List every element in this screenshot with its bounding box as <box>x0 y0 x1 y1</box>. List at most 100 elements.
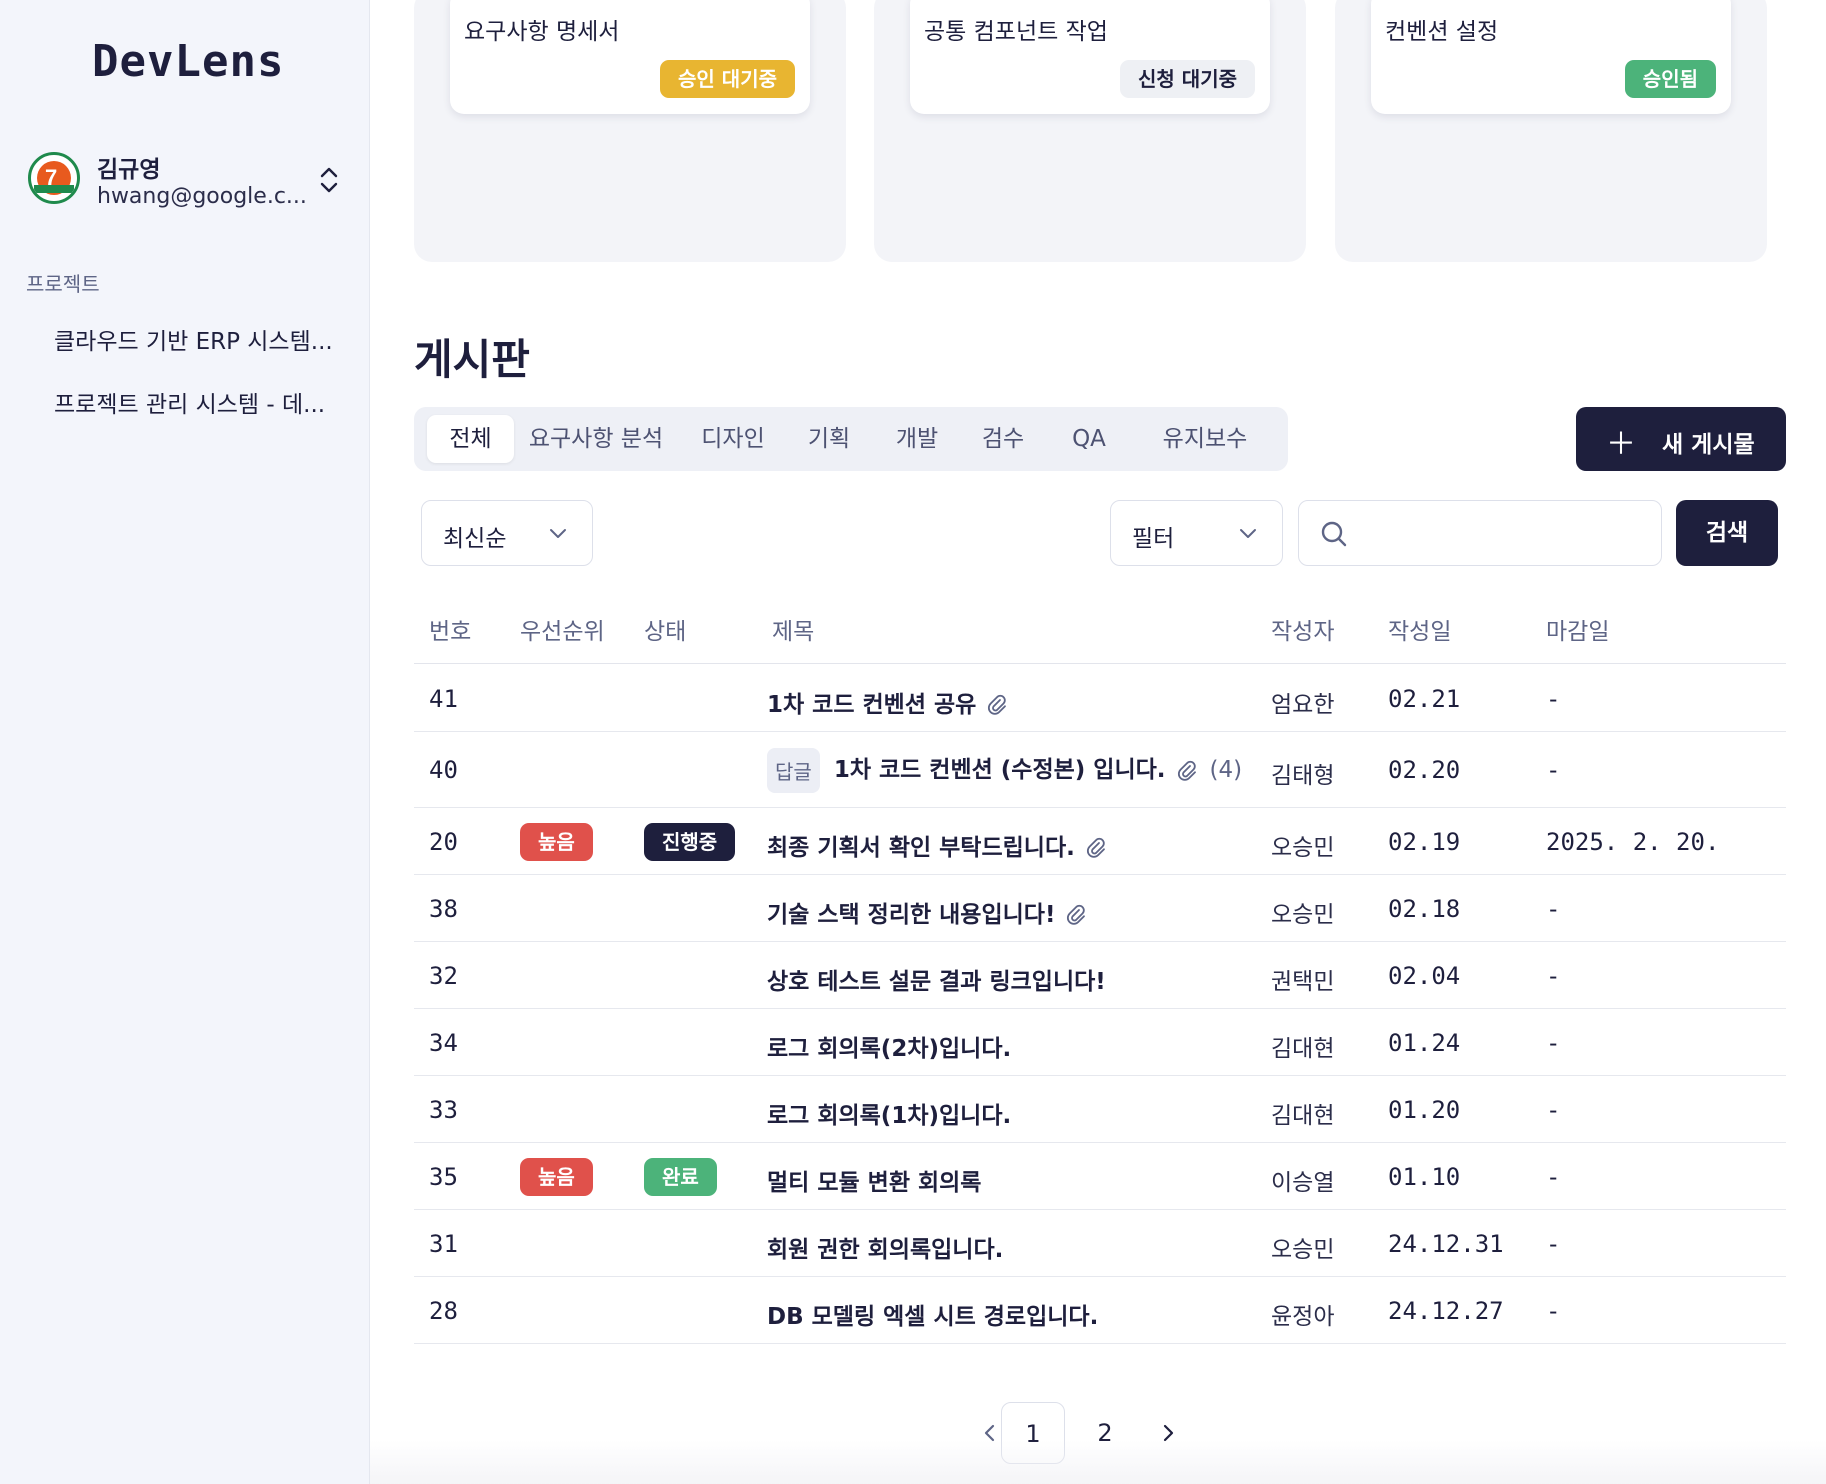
page-button[interactable]: 1 <box>1001 1402 1065 1464</box>
tab-planning[interactable]: 기획 <box>790 415 868 463</box>
post-number: 40 <box>429 756 458 784</box>
table-row[interactable]: 41 1차 코드 컨벤션 공유 엄요한 02.21 - <box>414 665 1786 732</box>
post-author: 김태형 <box>1271 763 1335 789</box>
sort-select[interactable]: 최신순 <box>421 500 593 566</box>
chevron-left-icon[interactable] <box>978 1421 1002 1445</box>
paperclip-icon <box>1085 837 1107 859</box>
table-header: 번호 우선순위 상태 제목 작성자 작성일 마감일 <box>414 600 1786 664</box>
avatar: 7 <box>28 152 80 204</box>
sidebar-item-project[interactable]: 프로젝트 관리 시스템 - 데... <box>54 385 354 419</box>
post-number: 31 <box>429 1229 458 1258</box>
table-row[interactable]: 33 로그 회의록(1차)입니다. 김대현 01.20 - <box>414 1076 1786 1143</box>
post-number: 28 <box>429 1296 458 1325</box>
post-title: 최종 기획서 확인 부탁드립니다. <box>767 834 1075 861</box>
page-title: 게시판 <box>414 335 530 384</box>
post-author: 윤정아 <box>1271 1303 1335 1330</box>
search-icon <box>1321 521 1347 547</box>
tab-requirements[interactable]: 요구사항 분석 <box>520 415 672 463</box>
table-row[interactable]: 35 높음 완료 멀티 모듈 변환 회의록 이승열 01.10 - <box>414 1143 1786 1210</box>
post-title-link[interactable]: DB 모델링 엑셀 시트 경로입니다. <box>767 1297 1098 1331</box>
table-row[interactable]: 34 로그 회의록(2차)입니다. 김대현 01.24 - <box>414 1009 1786 1076</box>
tab-development[interactable]: 개발 <box>878 415 956 463</box>
post-date: 01.10 <box>1388 1162 1461 1191</box>
table-row[interactable]: 40 답글 1차 코드 컨벤션 (수정본) 입니다. (4) 김태형 02.20 - <box>414 732 1786 808</box>
priority-badge: 높음 <box>520 822 593 861</box>
tab-all[interactable]: 전체 <box>427 415 514 463</box>
sidebar-item-project[interactable]: 클라우드 기반 ERP 시스템... <box>54 322 354 356</box>
post-title: 로그 회의록(1차)입니다. <box>767 1102 1012 1129</box>
sort-select-value: 최신순 <box>443 526 507 552</box>
new-post-button[interactable]: ＋ 새 게시물 <box>1576 407 1786 471</box>
post-number: 33 <box>429 1095 458 1124</box>
post-due-date: - <box>1546 1229 1561 1258</box>
post-title-link[interactable]: 멀티 모듈 변환 회의록 <box>767 1163 981 1197</box>
post-date: 24.12.31 <box>1388 1229 1504 1258</box>
user-switcher[interactable]: 7 김규영 hwang@google.c... <box>28 150 348 210</box>
column-header: 우선순위 <box>520 619 605 645</box>
app-logo[interactable]: DevLens <box>92 36 284 87</box>
post-due-date: - <box>1546 1296 1561 1325</box>
chevron-right-icon[interactable] <box>1156 1421 1180 1445</box>
post-title-link[interactable]: 로그 회의록(2차)입니다. <box>767 1029 1011 1063</box>
task-card-title: 컨벤션 설정 <box>1385 19 1499 45</box>
tab-qa[interactable]: QA <box>1050 415 1128 463</box>
post-title-link[interactable]: 회원 권한 회의록입니다. <box>767 1230 1003 1264</box>
comment-count: (4) <box>1209 757 1243 783</box>
post-title-link[interactable]: 상호 테스트 설문 결과 링크입니다! <box>767 962 1106 996</box>
projects-section-label: 프로젝트 <box>26 272 100 296</box>
post-date: 02.04 <box>1388 961 1461 990</box>
post-author: 오승민 <box>1271 834 1335 861</box>
tab-inspection[interactable]: 검수 <box>964 415 1042 463</box>
table-row[interactable]: 20 높음 진행중 최종 기획서 확인 부탁드립니다. 오승민 02.19 2025. 2.… <box>414 808 1786 875</box>
tab-design[interactable]: 디자인 <box>680 415 786 463</box>
column-header: 마감일 <box>1546 619 1610 645</box>
column-header: 상태 <box>644 619 687 645</box>
column-header: 번호 <box>429 619 472 645</box>
search-button[interactable]: 검색 <box>1676 500 1778 566</box>
status-badge: 신청 대기중 <box>1120 60 1255 98</box>
post-title-link[interactable]: 1차 코드 컨벤션 공유 <box>767 685 1008 719</box>
category-tabs: 전체 요구사항 분석 디자인 기획 개발 검수 QA 유지보수 <box>414 407 1288 471</box>
post-due-date: - <box>1546 1162 1561 1191</box>
task-column: 공통 컴포넌트 작업 신청 대기중 <box>874 0 1306 262</box>
table-row[interactable]: 31 회원 권한 회의록입니다. 오승민 24.12.31 - <box>414 1210 1786 1277</box>
post-title: DB 모델링 엑셀 시트 경로입니다. <box>767 1303 1099 1330</box>
post-date: 02.19 <box>1388 827 1461 856</box>
post-due-date: - <box>1546 894 1561 923</box>
post-author: 오승민 <box>1271 1236 1335 1263</box>
post-title-link[interactable]: 답글 1차 코드 컨벤션 (수정본) 입니다. (4) <box>767 748 1242 793</box>
post-title: 로그 회의록(2차)입니다. <box>767 1035 1012 1062</box>
chevron-up-down-icon[interactable] <box>316 162 342 198</box>
post-date: 01.24 <box>1388 1028 1461 1057</box>
post-title: 1차 코드 컨벤션 (수정본) 입니다. <box>833 757 1166 783</box>
chevron-down-icon <box>550 529 566 538</box>
task-card-title: 공통 컴포넌트 작업 <box>924 19 1108 45</box>
post-title-link[interactable]: 기술 스택 정리한 내용입니다! <box>767 895 1087 929</box>
post-author: 김대현 <box>1271 1102 1335 1129</box>
post-title-link[interactable]: 로그 회의록(1차)입니다. <box>767 1096 1011 1130</box>
post-due-date: - <box>1546 1095 1561 1124</box>
new-post-label: 새 게시물 <box>1662 432 1755 458</box>
task-card[interactable]: 요구사항 명세서 승인 대기중 <box>450 0 810 114</box>
filter-select[interactable]: 필터 <box>1110 500 1283 566</box>
table-row[interactable]: 38 기술 스택 정리한 내용입니다! 오승민 02.18 - <box>414 875 1786 942</box>
table-row[interactable]: 32 상호 테스트 설문 결과 링크입니다! 권택민 02.04 - <box>414 942 1786 1009</box>
paperclip-icon <box>1176 760 1198 782</box>
post-title-link[interactable]: 최종 기획서 확인 부탁드립니다. <box>767 828 1107 862</box>
post-due-date: 2025. 2. 20. <box>1546 827 1720 856</box>
page-button[interactable]: 2 <box>1073 1402 1137 1464</box>
task-card[interactable]: 공통 컴포넌트 작업 신청 대기중 <box>910 0 1270 114</box>
table-row[interactable]: 28 DB 모델링 엑셀 시트 경로입니다. 윤정아 24.12.27 - <box>414 1277 1786 1344</box>
task-card[interactable]: 컨벤션 설정 승인됨 <box>1371 0 1731 114</box>
tab-maintenance[interactable]: 유지보수 <box>1136 415 1274 463</box>
user-name: 김규영 <box>97 157 161 183</box>
status-badge: 승인됨 <box>1624 60 1716 98</box>
main-content: 요구사항 명세서 승인 대기중 공통 컴포넌트 작업 신청 대기중 컨벤션 설정… <box>370 0 1826 1484</box>
task-card-title: 요구사항 명세서 <box>464 19 620 45</box>
post-date: 02.18 <box>1388 894 1461 923</box>
task-column: 컨벤션 설정 승인됨 <box>1335 0 1767 262</box>
post-number: 34 <box>429 1028 458 1057</box>
search-input[interactable] <box>1363 511 1643 555</box>
post-date: 24.12.27 <box>1388 1296 1504 1325</box>
column-header: 작성일 <box>1388 619 1452 645</box>
